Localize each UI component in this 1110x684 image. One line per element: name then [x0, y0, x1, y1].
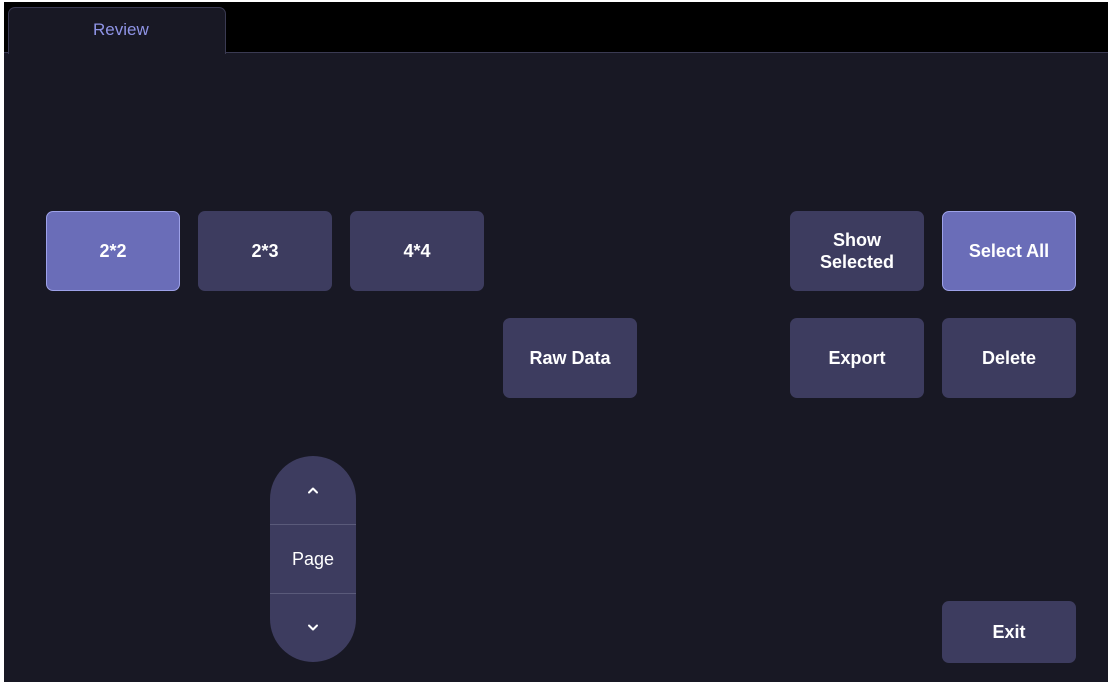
page-navigator: Page [270, 456, 356, 662]
tab-review-label: Review [93, 20, 149, 39]
tab-review[interactable]: Review [8, 7, 226, 54]
layout-2x2-button[interactable]: 2*2 [46, 211, 180, 291]
review-screen: Review 2*2 2*3 4*4 Show Selected Select … [4, 2, 1108, 682]
page-label: Page [270, 525, 356, 594]
page-down-button[interactable] [270, 594, 356, 662]
layout-4x4-button[interactable]: 4*4 [350, 211, 484, 291]
page-up-button[interactable] [270, 456, 356, 525]
export-button[interactable]: Export [790, 318, 924, 398]
show-selected-button[interactable]: Show Selected [790, 211, 924, 291]
layout-2x3-button[interactable]: 2*3 [198, 211, 332, 291]
chevron-up-icon [307, 486, 319, 494]
select-all-button[interactable]: Select All [942, 211, 1076, 291]
raw-data-button[interactable]: Raw Data [503, 318, 637, 398]
chevron-down-icon [307, 624, 319, 632]
delete-button[interactable]: Delete [942, 318, 1076, 398]
exit-button[interactable]: Exit [942, 601, 1076, 663]
